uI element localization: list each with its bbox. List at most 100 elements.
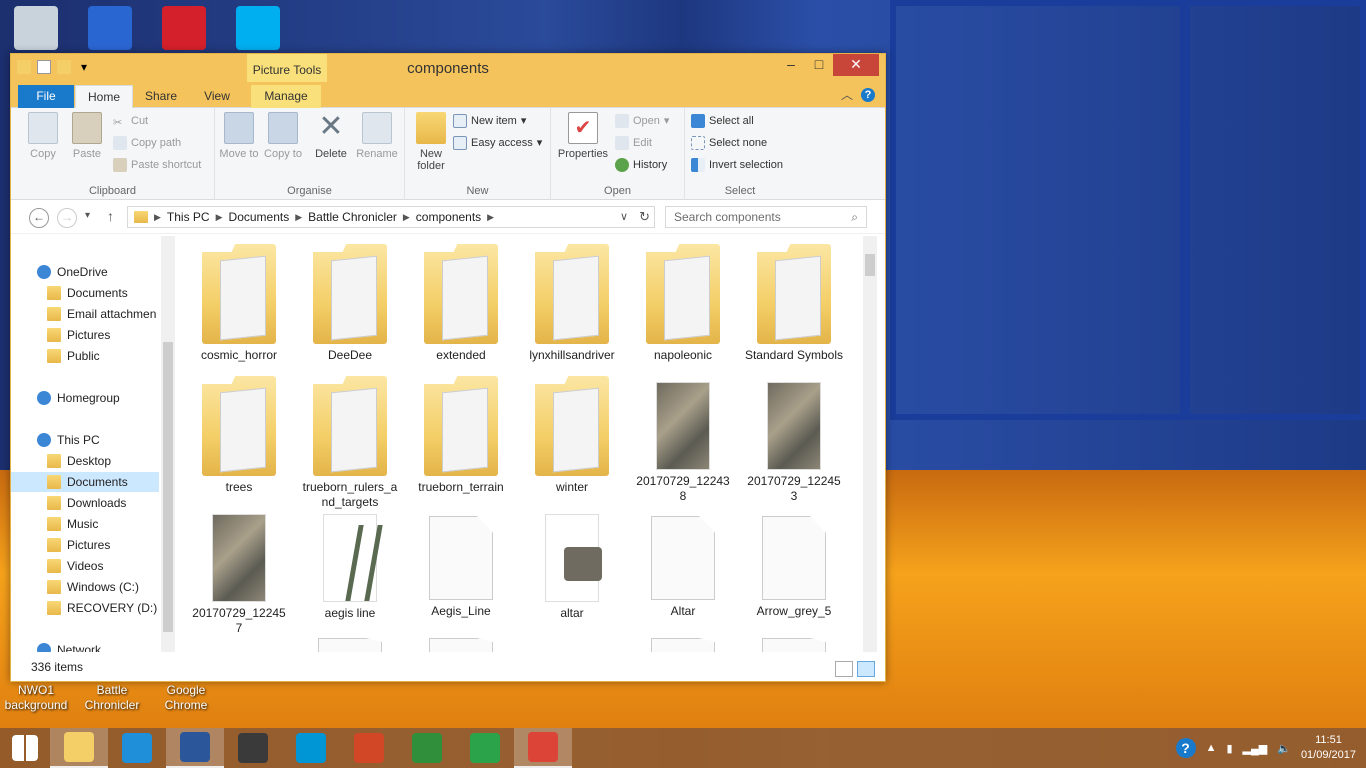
large-icons-view-icon[interactable] bbox=[857, 661, 875, 677]
help-icon[interactable]: ? bbox=[1175, 738, 1196, 758]
file-item[interactable]: aegis line bbox=[300, 508, 400, 621]
paste-button[interactable]: Paste bbox=[65, 112, 109, 160]
blank-file-icon[interactable] bbox=[651, 638, 715, 652]
nav-item[interactable]: Email attachmen bbox=[11, 304, 159, 324]
file-item[interactable]: extended bbox=[411, 244, 511, 363]
desktop-shortcut[interactable] bbox=[0, 2, 72, 50]
forward-button[interactable]: → bbox=[57, 208, 77, 228]
new-item-button[interactable]: New item ▾ bbox=[453, 112, 526, 130]
taskbar-button[interactable] bbox=[50, 728, 108, 768]
file-item[interactable]: napoleonic bbox=[633, 244, 733, 363]
breadcrumb-item[interactable]: components bbox=[416, 210, 481, 224]
help-icon[interactable]: ? bbox=[861, 88, 875, 102]
taskbar-button[interactable] bbox=[108, 728, 166, 768]
file-item[interactable]: Aegis_Line bbox=[411, 508, 511, 619]
tab-home[interactable]: Home bbox=[75, 85, 133, 108]
signal-icon[interactable]: ▂▄▆ bbox=[1243, 742, 1268, 755]
nav-item[interactable]: Downloads bbox=[11, 493, 159, 513]
select-none-button[interactable]: Select none bbox=[691, 134, 767, 152]
nav-item[interactable]: Network bbox=[11, 640, 159, 652]
clock[interactable]: 11:51 01/09/2017 bbox=[1301, 733, 1356, 763]
scrollbar-thumb[interactable] bbox=[865, 254, 875, 276]
blank-file-icon[interactable] bbox=[429, 638, 493, 652]
nav-item[interactable]: Homegroup bbox=[11, 388, 159, 408]
history-button[interactable]: History bbox=[615, 156, 667, 174]
taskbar-button[interactable] bbox=[456, 728, 514, 768]
copy-button[interactable]: Copy bbox=[21, 112, 65, 160]
file-item[interactable]: trueborn_terrain bbox=[411, 376, 511, 495]
tab-manage[interactable]: Manage bbox=[251, 85, 321, 108]
taskbar-button[interactable] bbox=[282, 728, 340, 768]
taskbar-button[interactable] bbox=[224, 728, 282, 768]
title-bar[interactable]: ▾ Picture Tools components – □ ✕ bbox=[11, 54, 885, 84]
scrollbar-thumb[interactable] bbox=[163, 342, 173, 632]
rename-button[interactable]: Rename bbox=[355, 112, 399, 160]
address-bar[interactable]: ▶ This PC ▶ Documents ▶ Battle Chronicle… bbox=[127, 206, 655, 228]
tab-file[interactable]: File bbox=[18, 85, 74, 108]
desktop-shortcut[interactable] bbox=[74, 2, 146, 50]
easy-access-button[interactable]: Easy access ▾ bbox=[453, 134, 542, 152]
nav-item[interactable]: RECOVERY (D:) bbox=[11, 598, 159, 618]
taskbar-button[interactable] bbox=[166, 728, 224, 768]
address-dropdown-icon[interactable]: ∨ bbox=[620, 210, 628, 223]
collapse-ribbon-icon[interactable]: ︿ bbox=[841, 86, 853, 103]
file-item[interactable]: cosmic_horror bbox=[189, 244, 289, 363]
desktop-shortcut-label[interactable]: Battle Chronicler bbox=[76, 683, 148, 713]
copy-path-button[interactable]: Copy path bbox=[113, 134, 181, 152]
blank-file-icon[interactable] bbox=[762, 638, 826, 652]
cut-button[interactable]: ✂ Cut bbox=[113, 112, 148, 130]
new-folder-button[interactable]: New folder bbox=[409, 112, 453, 172]
refresh-icon[interactable]: ↻ bbox=[639, 209, 650, 225]
battery-icon[interactable]: ▮ bbox=[1226, 742, 1232, 755]
nav-item[interactable]: Music bbox=[11, 514, 159, 534]
file-item[interactable]: 20170729_122438 bbox=[633, 376, 733, 504]
nav-item[interactable]: Videos bbox=[11, 556, 159, 576]
nav-item[interactable]: Pictures bbox=[11, 535, 159, 555]
file-item[interactable]: lynxhillsandriver bbox=[522, 244, 622, 363]
volume-icon[interactable]: 🔈 bbox=[1277, 742, 1291, 755]
tab-view[interactable]: View bbox=[191, 85, 243, 108]
file-item[interactable]: Altar bbox=[633, 508, 733, 619]
tab-share[interactable]: Share bbox=[135, 85, 187, 108]
nav-item[interactable]: This PC bbox=[11, 430, 159, 450]
nav-item[interactable]: Desktop bbox=[11, 451, 159, 471]
file-item[interactable]: Standard Symbols bbox=[744, 244, 844, 363]
search-input[interactable]: Search components ⌕ bbox=[665, 206, 867, 228]
details-view-icon[interactable] bbox=[835, 661, 853, 677]
properties-button[interactable]: ✔ Properties bbox=[557, 112, 609, 160]
file-item[interactable]: 20170729_122453 bbox=[744, 376, 844, 504]
minimize-button[interactable]: – bbox=[777, 54, 805, 76]
breadcrumb-item[interactable]: Documents bbox=[229, 210, 290, 224]
edit-button[interactable]: Edit bbox=[615, 134, 652, 152]
nav-item[interactable]: OneDrive bbox=[11, 262, 159, 282]
paste-shortcut-button[interactable]: Paste shortcut bbox=[113, 156, 201, 174]
maximize-button[interactable]: □ bbox=[805, 54, 833, 76]
nav-item[interactable]: Documents bbox=[11, 283, 159, 303]
file-item[interactable]: trees bbox=[189, 376, 289, 495]
open-button[interactable]: Open ▾ bbox=[615, 112, 669, 130]
close-button[interactable]: ✕ bbox=[833, 54, 879, 76]
copy-to-button[interactable]: Copy to bbox=[261, 112, 305, 160]
nav-item[interactable]: Documents bbox=[11, 472, 159, 492]
file-item[interactable]: 20170729_122457 bbox=[189, 508, 289, 636]
taskbar-button[interactable] bbox=[514, 728, 572, 768]
recent-locations-chevron-icon[interactable]: ▾ bbox=[85, 210, 90, 221]
select-all-button[interactable]: Select all bbox=[691, 112, 754, 130]
move-to-button[interactable]: Move to bbox=[217, 112, 261, 160]
nav-scrollbar[interactable] bbox=[161, 236, 175, 652]
back-button[interactable]: ← bbox=[29, 208, 49, 228]
blank-file-icon[interactable] bbox=[318, 638, 382, 652]
invert-selection-button[interactable]: Invert selection bbox=[691, 156, 783, 174]
taskbar-button[interactable] bbox=[0, 728, 50, 768]
delete-button[interactable]: ✕ Delete bbox=[309, 112, 353, 161]
chevron-up-icon[interactable]: ▲ bbox=[1206, 742, 1217, 754]
breadcrumb-item[interactable]: Battle Chronicler bbox=[308, 210, 397, 224]
file-item[interactable]: trueborn_rulers_and_targets bbox=[300, 376, 400, 510]
desktop-shortcut-label[interactable]: NWO1 background bbox=[0, 683, 72, 713]
nav-item[interactable]: Windows (C:) bbox=[11, 577, 159, 597]
nav-item[interactable]: Pictures bbox=[11, 325, 159, 345]
desktop-shortcut-label[interactable]: Google Chrome bbox=[150, 683, 222, 713]
taskbar-button[interactable] bbox=[398, 728, 456, 768]
desktop-shortcut[interactable] bbox=[222, 2, 294, 50]
file-item[interactable]: winter bbox=[522, 376, 622, 495]
